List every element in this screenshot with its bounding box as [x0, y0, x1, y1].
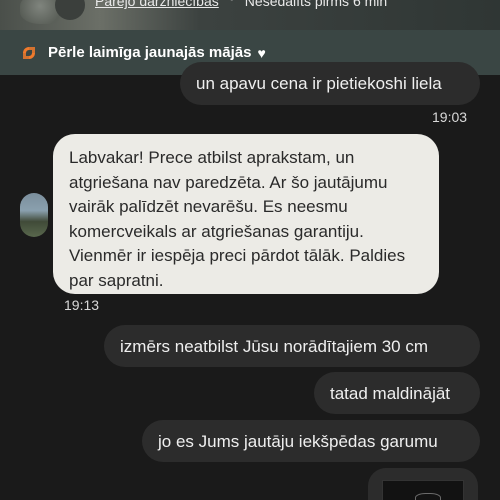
image-thumbnail[interactable] — [382, 480, 464, 500]
message-bubble-outgoing[interactable]: un apavu cena ir pietiekoshi liela — [180, 62, 480, 105]
dot-separator-icon: ● — [229, 0, 235, 9]
message-text: un apavu cena ir pietiekoshi liela — [196, 74, 442, 93]
message-bubble-outgoing[interactable]: izmērs neatbilst Jūsu norādītajiem 30 cm — [104, 325, 480, 367]
breadcrumb-link[interactable]: Pārējo dārzniecības — [95, 0, 219, 9]
avatar[interactable] — [20, 193, 48, 237]
message-timestamp: 19:03 — [432, 109, 468, 125]
breadcrumb: Pārējo dārzniecības ● Nesedalīts pirms 6… — [95, 0, 387, 9]
message-list[interactable]: un apavu cena ir pietiekoshi liela 19:03… — [0, 62, 500, 500]
message-text: izmērs neatbilst Jūsu norādītajiem 30 cm — [120, 337, 429, 356]
breadcrumb-status: Nesedalīts pirms 6 min — [244, 0, 388, 9]
message-text: tatad maldinājāt — [330, 384, 451, 403]
message-bubble-outgoing[interactable]: jo es Jums jautāju iekšpēdas garumu — [142, 420, 480, 462]
banner-title: Pērle laimīga jaunajās mājās — [48, 44, 252, 61]
message-text: jo es Jums jautāju iekšpēdas garumu — [158, 432, 438, 451]
message-bubble-incoming[interactable]: Labvakar! Prece atbilst aprakstam, un at… — [53, 134, 439, 294]
logo-icon — [20, 44, 38, 62]
message-image-outgoing[interactable] — [368, 468, 478, 500]
listing-header: Pārējo dārzniecības ● Nesedalīts pirms 6… — [0, 0, 500, 30]
message-bubble-outgoing[interactable]: tatad maldinājāt — [314, 372, 480, 414]
heart-icon: ♥ — [257, 44, 266, 61]
image-mark — [415, 493, 441, 500]
message-timestamp: 19:13 — [64, 297, 100, 313]
message-text: Labvakar! Prece atbilst aprakstam, un at… — [69, 148, 406, 290]
